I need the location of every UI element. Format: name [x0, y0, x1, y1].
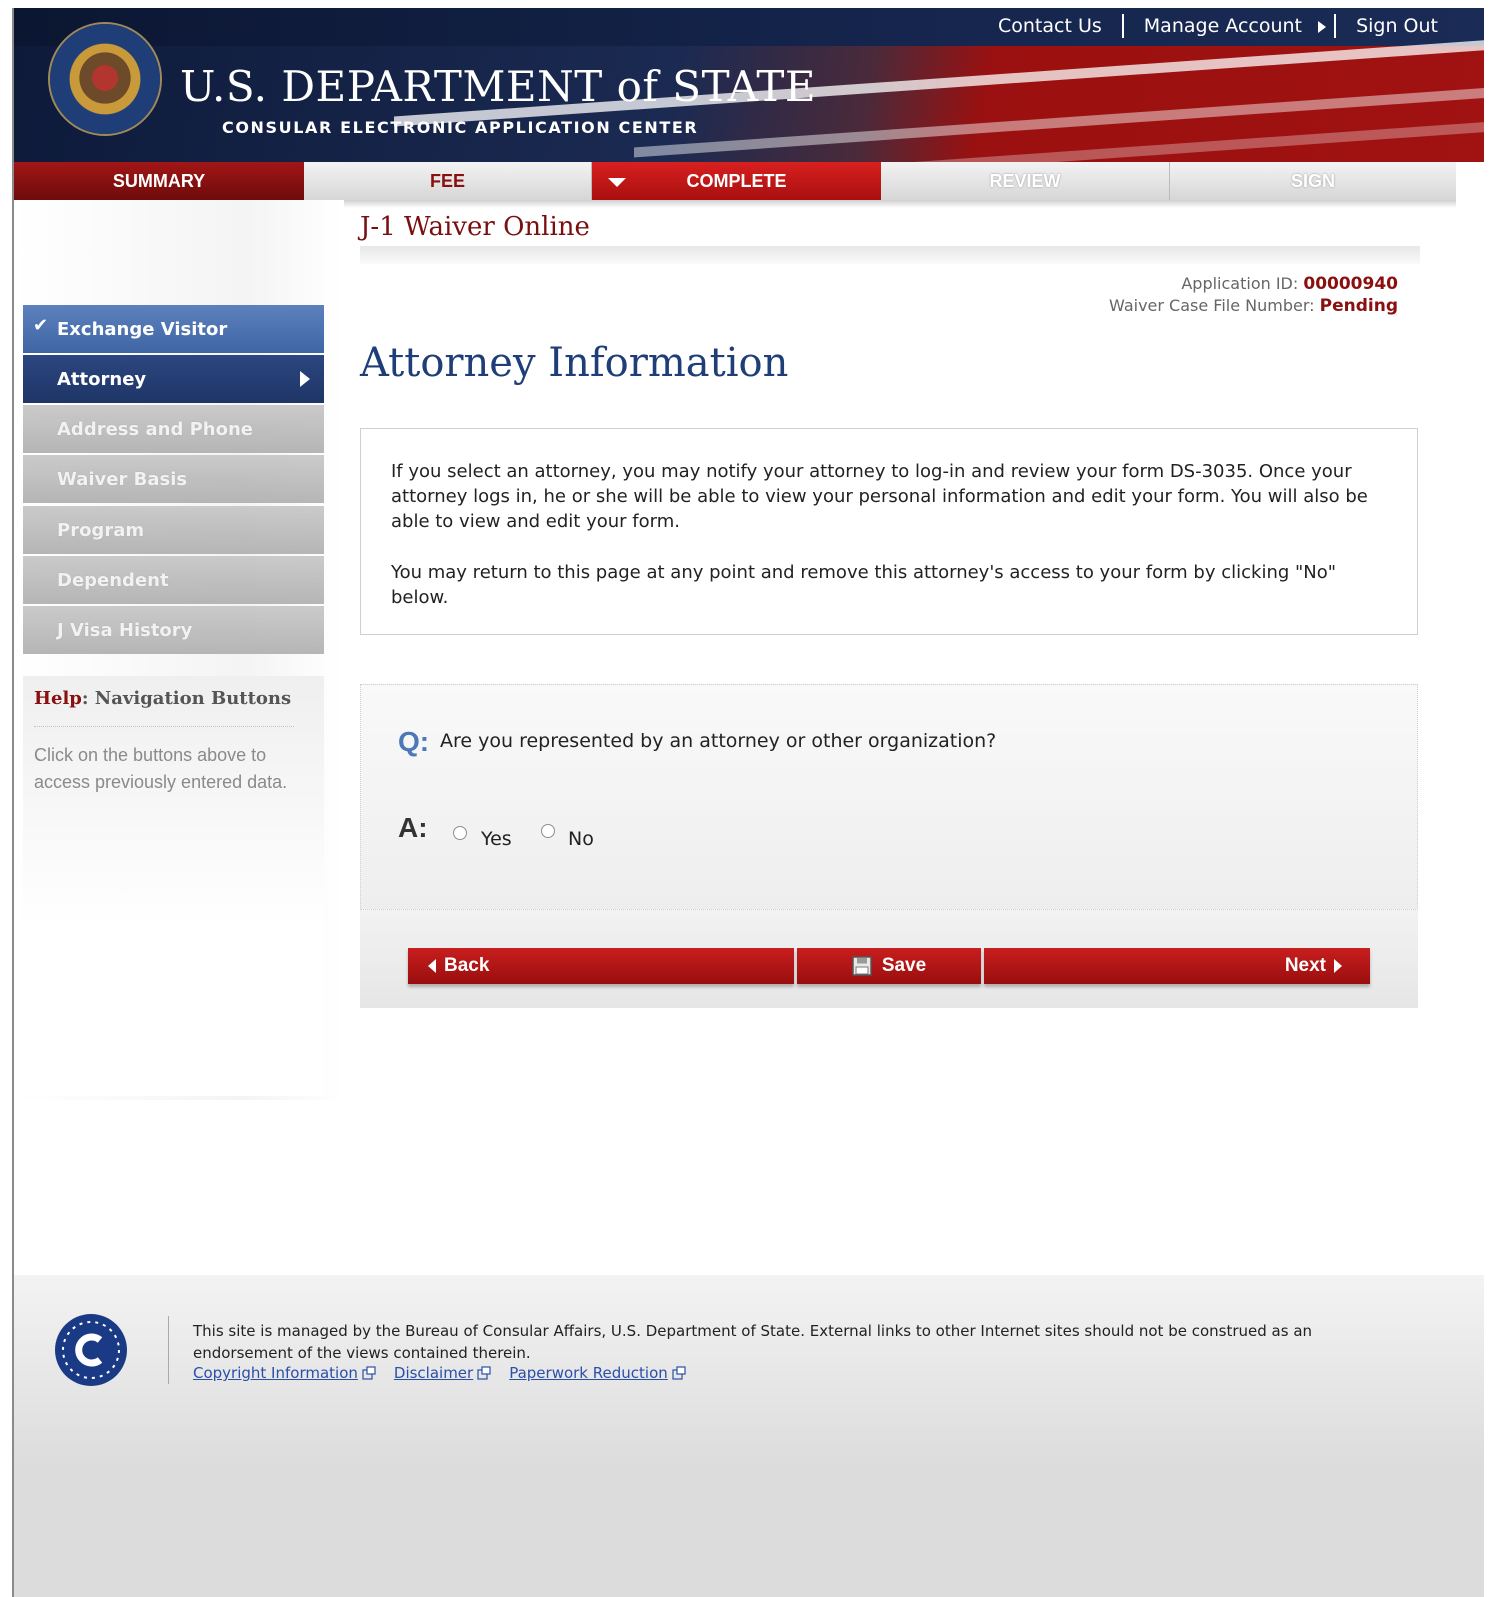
- department-seal-logo: [50, 24, 160, 134]
- check-icon: ✔: [33, 315, 49, 336]
- progress-tabs: SUMMARY FEE COMPLETE REVIEW SIGN: [14, 162, 1456, 200]
- sidebar-item-label: J Visa History: [57, 619, 193, 641]
- manage-account-link[interactable]: Manage Account: [1143, 15, 1327, 37]
- paperwork-reduction-link-label: Paperwork Reduction: [509, 1364, 668, 1382]
- tab-sign: SIGN: [1170, 162, 1456, 200]
- sidebar-item-dependent: Dependent: [23, 556, 324, 604]
- org-title: U.S. DEPARTMENT of STATE: [180, 62, 816, 111]
- case-file-label: Waiver Case File Number:: [1109, 296, 1315, 315]
- radio-no-label[interactable]: No: [568, 828, 594, 850]
- sidebar-item-exchange-visitor[interactable]: ✔ Exchange Visitor: [23, 305, 324, 353]
- back-button[interactable]: Back: [408, 948, 794, 984]
- disclaimer-link[interactable]: Disclaimer: [394, 1364, 491, 1382]
- link-separator: [1334, 14, 1337, 38]
- sidebar-item-program: Program: [23, 506, 324, 554]
- sidebar-item-label: Exchange Visitor: [57, 318, 228, 340]
- sidebar-item-label: Program: [57, 519, 145, 541]
- application-id-label: Application ID:: [1181, 274, 1299, 293]
- next-button-label: Next: [1284, 955, 1326, 976]
- application-id-block: Application ID: 00000940 Waiver Case Fil…: [1109, 273, 1398, 317]
- instructions-paragraph: You may return to this page at any point…: [391, 562, 1337, 608]
- floppy-disk-icon: [852, 956, 872, 976]
- arrow-right-icon: [1334, 959, 1342, 973]
- help-text: Click on the buttons above to access pre…: [34, 745, 288, 792]
- sidebar-item-address-and-phone: Address and Phone: [23, 405, 324, 453]
- eagle-emblem-icon: [75, 48, 135, 108]
- sign-out-link[interactable]: Sign Out: [1356, 15, 1438, 37]
- help-title: Help: Navigation Buttons: [34, 688, 291, 709]
- sidebar-item-j-visa-history: J Visa History: [23, 606, 324, 654]
- case-file-value: Pending: [1319, 296, 1398, 316]
- save-button-label: Save: [881, 955, 927, 976]
- sidebar-item-waiver-basis: Waiver Basis: [23, 455, 324, 503]
- help-prefix: Help: [34, 688, 82, 709]
- disclaimer-link-label: Disclaimer: [393, 1364, 474, 1382]
- tab-complete-label: COMPLETE: [686, 170, 787, 191]
- sidebar-item-label: Dependent: [57, 569, 169, 591]
- instructions-paragraph: If you select an attorney, you may notif…: [391, 461, 1368, 532]
- footer-links: Copyright Information Disclaimer Paperwo…: [193, 1364, 686, 1382]
- chevron-down-icon: [608, 178, 626, 187]
- external-link-icon: [362, 1366, 376, 1380]
- external-link-icon: [672, 1366, 686, 1380]
- tab-summary[interactable]: SUMMARY: [14, 162, 304, 200]
- radio-no[interactable]: [541, 824, 555, 838]
- paperwork-reduction-link[interactable]: Paperwork Reduction: [509, 1364, 686, 1382]
- sidebar-item-label: Address and Phone: [57, 418, 253, 440]
- page-title: Attorney Information: [360, 340, 789, 386]
- radio-yes-label[interactable]: Yes: [481, 828, 512, 850]
- question-label: Q:: [398, 726, 430, 757]
- copyright-link-label: Copyright Information: [193, 1364, 358, 1382]
- radio-yes[interactable]: [453, 826, 467, 840]
- footer-divider: [168, 1316, 169, 1384]
- copyright-link[interactable]: Copyright Information: [193, 1364, 376, 1382]
- answer-label: A:: [398, 812, 428, 843]
- arrow-left-icon: [428, 959, 436, 973]
- app-title-underline: [360, 246, 1420, 264]
- sidebar-item-label: Waiver Basis: [57, 468, 188, 490]
- consular-affairs-logo: [55, 1314, 127, 1386]
- manage-account-label: Manage Account: [1143, 15, 1303, 37]
- back-button-label: Back: [444, 955, 490, 976]
- instructions-box: If you select an attorney, you may notif…: [360, 428, 1418, 635]
- header-utility-links: Contact Us Manage Account Sign Out: [998, 14, 1438, 38]
- help-heading: : Navigation Buttons: [81, 688, 292, 709]
- next-button[interactable]: Next: [984, 948, 1370, 984]
- save-button[interactable]: Save: [797, 948, 981, 984]
- question-panel: [360, 684, 1418, 910]
- external-link-icon: [477, 1366, 491, 1380]
- help-panel: [23, 676, 324, 1096]
- help-divider: [34, 726, 294, 727]
- org-subtitle: CONSULAR ELECTRONIC APPLICATION CENTER: [222, 118, 699, 137]
- tab-complete[interactable]: COMPLETE: [592, 162, 881, 200]
- link-separator: [1121, 14, 1124, 38]
- footer-disclaimer: This site is managed by the Bureau of Co…: [193, 1322, 1313, 1362]
- caret-right-icon: [1318, 20, 1327, 33]
- arrow-right-icon: [300, 371, 310, 387]
- app-title: J-1 Waiver Online: [360, 212, 590, 242]
- sidebar-item-attorney[interactable]: Attorney: [23, 355, 324, 403]
- sidebar-item-label: Attorney: [57, 368, 147, 390]
- contact-us-link[interactable]: Contact Us: [998, 15, 1102, 37]
- tab-fee[interactable]: FEE: [304, 162, 592, 200]
- tab-review: REVIEW: [881, 162, 1170, 200]
- question-text: Are you represented by an attorney or ot…: [440, 730, 997, 752]
- application-id-value: 00000940: [1303, 274, 1398, 294]
